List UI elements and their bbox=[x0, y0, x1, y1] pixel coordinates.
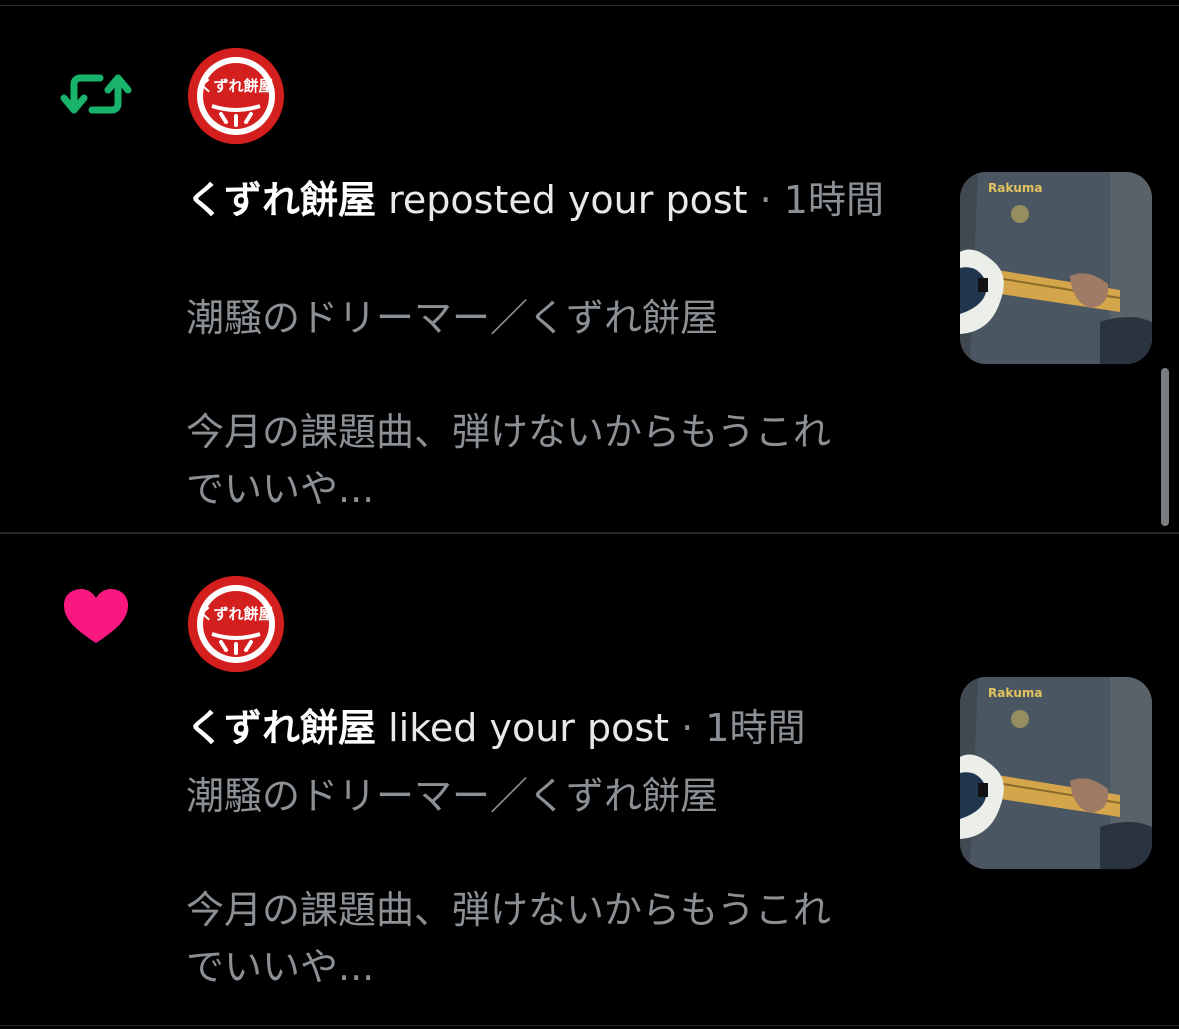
meta-separator: · bbox=[669, 706, 706, 750]
post-title: 潮騒のドリーマー／くずれ餅屋 bbox=[186, 296, 719, 340]
user-name[interactable]: くずれ餅屋 bbox=[186, 706, 376, 750]
shirt-print-text: Rakuma bbox=[988, 181, 1042, 195]
post-preview: 潮騒のドリーマー／くずれ餅屋 今月の課題曲、弾けないからもうこれ でいいや... bbox=[186, 768, 926, 996]
shirt-print-text: Rakuma bbox=[988, 686, 1042, 700]
timestamp: 1時間 bbox=[705, 706, 806, 750]
post-thumbnail[interactable]: Rakuma bbox=[960, 677, 1152, 869]
repost-icon bbox=[60, 64, 132, 124]
avatar-logo-text: くずれ餅屋 bbox=[198, 605, 273, 623]
action-text: reposted your post bbox=[388, 178, 748, 222]
timestamp: 1時間 bbox=[783, 178, 884, 222]
notification-headline: くずれ餅屋 reposted your post · 1時間 bbox=[186, 172, 926, 228]
post-preview: 潮騒のドリーマー／くずれ餅屋 今月の課題曲、弾けないからもうこれ でいいや... bbox=[186, 290, 926, 518]
post-title: 潮騒のドリーマー／くずれ餅屋 bbox=[186, 774, 719, 818]
notification-like[interactable]: くずれ餅屋 くずれ餅屋 liked your post · 1時間 潮騒のドリー… bbox=[0, 534, 1179, 1024]
avatar[interactable]: くずれ餅屋 bbox=[188, 48, 284, 144]
post-body-line: でいいや... bbox=[186, 467, 375, 511]
post-body-line: 今月の課題曲、弾けないからもうこれ bbox=[186, 410, 831, 454]
row-divider bbox=[0, 1025, 1179, 1026]
post-thumbnail[interactable]: Rakuma bbox=[960, 172, 1152, 364]
notification-headline: くずれ餅屋 liked your post · 1時間 bbox=[186, 700, 926, 756]
heart-icon bbox=[60, 587, 132, 647]
notification-repost[interactable]: くずれ餅屋 くずれ餅屋 reposted your post · 1時間 潮騒の… bbox=[0, 6, 1179, 532]
action-text: liked your post bbox=[388, 706, 670, 750]
scrollbar[interactable] bbox=[1161, 368, 1169, 526]
avatar[interactable]: くずれ餅屋 bbox=[188, 576, 284, 672]
post-body-line: 今月の課題曲、弾けないからもうこれ bbox=[186, 888, 831, 932]
post-body-line: でいいや... bbox=[186, 945, 375, 989]
user-name[interactable]: くずれ餅屋 bbox=[186, 178, 376, 222]
meta-separator: · bbox=[747, 178, 784, 222]
avatar-logo-text: くずれ餅屋 bbox=[198, 77, 273, 95]
